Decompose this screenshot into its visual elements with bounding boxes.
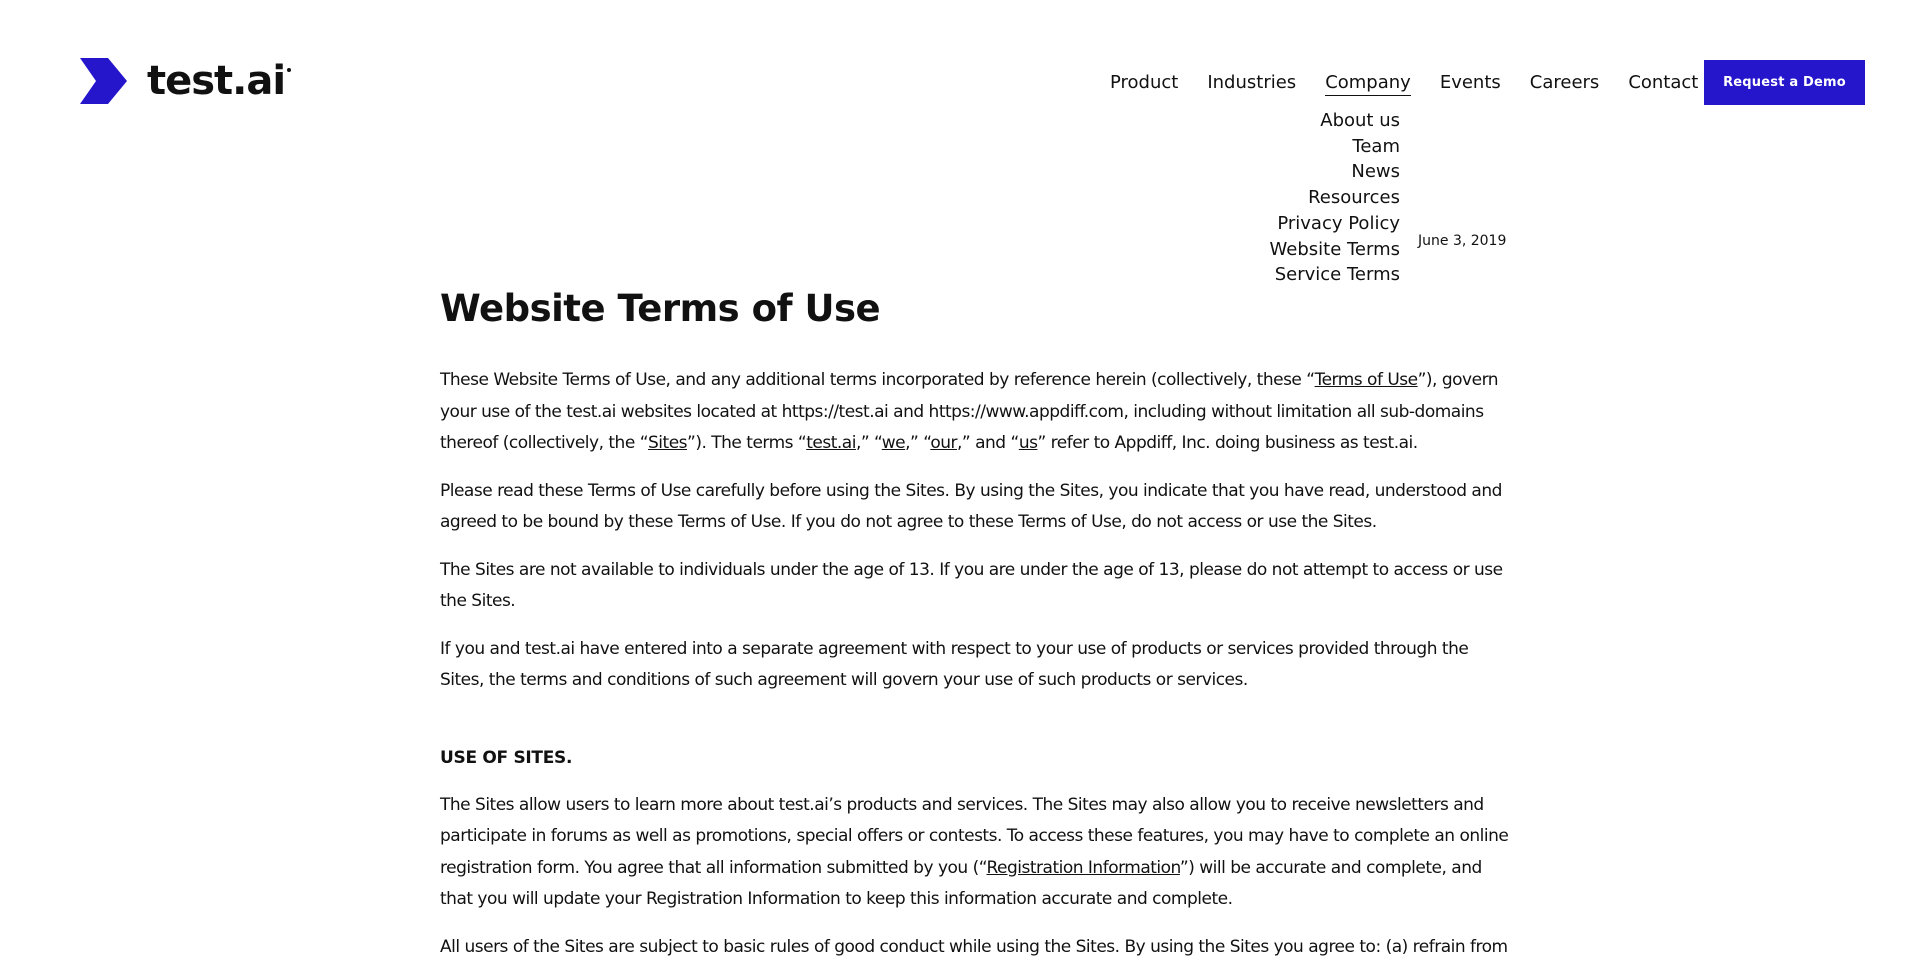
intro-paragraph-1: These Website Terms of Use, and any addi… xyxy=(440,365,1515,460)
text-run: ”). The terms “ xyxy=(687,433,806,453)
company-dropdown-menu: About us Team News Resources Privacy Pol… xyxy=(1270,108,1400,288)
logo[interactable]: test.ai xyxy=(80,58,285,104)
nav-item-careers[interactable]: Careers xyxy=(1530,70,1600,96)
nav-item-industries[interactable]: Industries xyxy=(1207,70,1296,96)
nav-item-contact[interactable]: Contact xyxy=(1628,70,1698,96)
logo-mark-icon xyxy=(80,58,127,104)
menu-item-team[interactable]: Team xyxy=(1270,134,1400,160)
defined-term: we xyxy=(882,433,905,453)
text-run: ,” “ xyxy=(905,433,930,453)
defined-term: test.ai xyxy=(806,433,856,453)
text-run: ” refer to Appdiff, Inc. doing business … xyxy=(1037,433,1417,453)
intro-paragraph-2: Please read these Terms of Use carefully… xyxy=(440,476,1515,539)
defined-term: Terms of Use xyxy=(1315,370,1418,390)
menu-item-about-us[interactable]: About us xyxy=(1270,108,1400,134)
defined-term: Sites xyxy=(648,433,687,453)
use-of-sites-paragraph-2: All users of the Sites are subject to ba… xyxy=(440,932,1515,963)
text-run: ,” and “ xyxy=(957,433,1019,453)
nav-item-events[interactable]: Events xyxy=(1440,70,1501,96)
intro-paragraph-3: The Sites are not available to individua… xyxy=(440,555,1515,618)
text-run: These Website Terms of Use, and any addi… xyxy=(440,370,1315,390)
section-heading-use-of-sites: USE OF SITES. xyxy=(440,743,1515,774)
menu-item-privacy-policy[interactable]: Privacy Policy xyxy=(1270,211,1400,237)
text-run: ,” “ xyxy=(856,433,882,453)
request-demo-button[interactable]: Request a Demo xyxy=(1704,60,1865,105)
menu-item-news[interactable]: News xyxy=(1270,159,1400,185)
nav-item-company[interactable]: Company xyxy=(1325,71,1411,96)
menu-item-website-terms[interactable]: Website Terms xyxy=(1270,237,1400,263)
nav-item-product[interactable]: Product xyxy=(1110,70,1178,96)
terms-content: Website Terms of Use These Website Terms… xyxy=(440,282,1515,963)
logo-wordmark: test.ai xyxy=(147,58,285,104)
defined-term: us xyxy=(1019,433,1038,453)
defined-term: our xyxy=(930,433,957,453)
site-header: test.ai Product Industries Company Event… xyxy=(0,0,1920,140)
intro-paragraph-4: If you and test.ai have entered into a s… xyxy=(440,634,1515,697)
use-of-sites-paragraph-1: The Sites allow users to learn more abou… xyxy=(440,790,1515,916)
updated-date: June 3, 2019 xyxy=(1418,233,1506,249)
main-nav: Product Industries Company Events Career… xyxy=(1110,70,1727,96)
menu-item-resources[interactable]: Resources xyxy=(1270,185,1400,211)
defined-term: Registration Information xyxy=(987,858,1180,878)
page-title: Website Terms of Use xyxy=(440,282,1515,336)
